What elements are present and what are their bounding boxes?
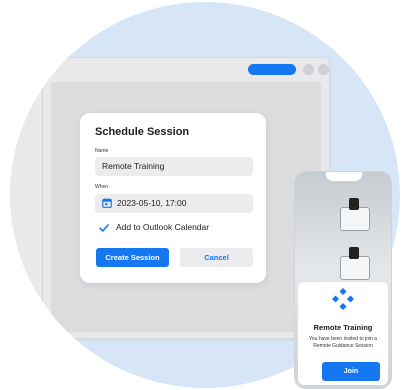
- checkmark-icon: [99, 224, 109, 232]
- phone-notch: [325, 172, 363, 182]
- dialog-title: Schedule Session: [95, 126, 190, 138]
- name-field-value: Remote Training: [102, 161, 165, 171]
- create-session-button[interactable]: Create Session: [96, 248, 169, 267]
- cancel-button[interactable]: Cancel: [180, 248, 253, 267]
- equipment-unit: [340, 198, 370, 231]
- calendar-icon: [102, 198, 112, 208]
- window-control-dot[interactable]: [318, 64, 329, 75]
- when-label: When: [95, 184, 109, 190]
- diamond-logo-icon: [332, 288, 354, 310]
- name-label: Name: [95, 148, 109, 154]
- invite-title: Remote Training: [313, 323, 373, 332]
- left-window-edge: [10, 64, 43, 299]
- equipment-unit: [340, 247, 370, 280]
- when-field-value: 2023-05-10, 17:00: [117, 198, 187, 208]
- window-titlebar: [43, 58, 329, 80]
- phone-mockup: Remote Training You have been invited to…: [294, 171, 392, 389]
- when-field[interactable]: 2023-05-10, 17:00: [95, 194, 253, 213]
- outlook-checkbox-label: Add to Outlook Calendar: [116, 222, 210, 232]
- name-field[interactable]: Remote Training: [95, 157, 253, 176]
- titlebar-action-button[interactable]: [248, 64, 296, 75]
- window-control-dot[interactable]: [303, 64, 314, 75]
- invite-card: Remote Training You have been invited to…: [298, 282, 388, 385]
- join-button[interactable]: Join: [322, 362, 380, 381]
- invite-subtitle: You have been invited to join a Remote G…: [309, 336, 377, 349]
- schedule-session-dialog: Schedule Session Name Remote Training Wh…: [80, 113, 266, 283]
